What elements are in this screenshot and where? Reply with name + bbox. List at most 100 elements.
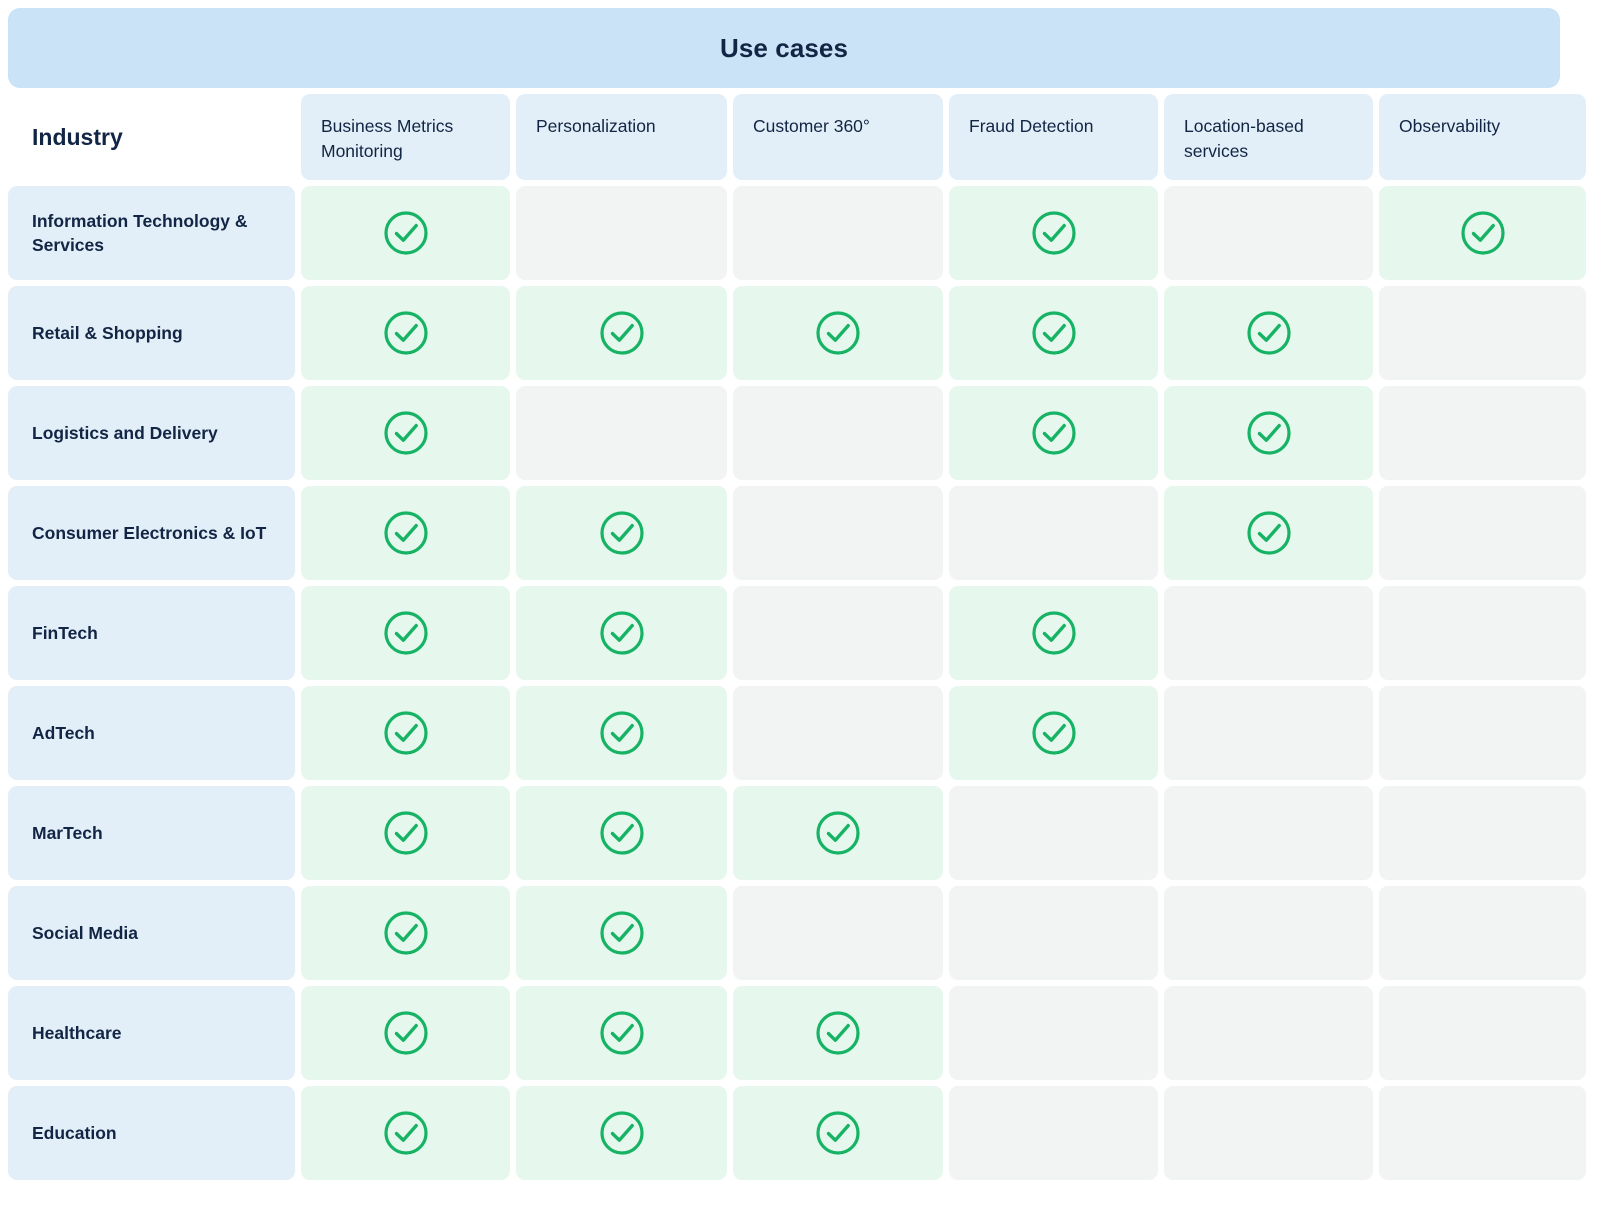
column-header-personalization[interactable]: Personalization bbox=[516, 94, 727, 180]
matrix-cell-empty bbox=[516, 386, 727, 480]
matrix-cell-supported bbox=[1164, 286, 1373, 380]
table-row: AdTech bbox=[8, 686, 1586, 780]
matrix-cell-supported bbox=[301, 286, 510, 380]
check-circle-icon bbox=[1030, 609, 1078, 657]
table-row: FinTech bbox=[8, 586, 1586, 680]
check-circle-icon bbox=[382, 409, 430, 457]
row-label-text: Consumer Electronics & IoT bbox=[32, 522, 267, 543]
column-header-label: Location-based services bbox=[1184, 116, 1304, 161]
matrix-cell-supported bbox=[949, 586, 1158, 680]
matrix-cell-supported bbox=[301, 486, 510, 580]
row-label-cell[interactable]: Education bbox=[8, 1086, 295, 1180]
matrix-cell-empty bbox=[1379, 1086, 1586, 1180]
row-label-cell[interactable]: Social Media bbox=[8, 886, 295, 980]
matrix-cell-supported bbox=[949, 186, 1158, 280]
matrix-cell-empty bbox=[1379, 986, 1586, 1080]
matrix-cell-supported bbox=[516, 886, 727, 980]
matrix-cell-supported bbox=[733, 1086, 943, 1180]
row-label-text: Information Technology & Services bbox=[32, 210, 248, 255]
matrix-cell-empty bbox=[1164, 986, 1373, 1080]
matrix-cell-empty bbox=[949, 486, 1158, 580]
row-label-text: Retail & Shopping bbox=[32, 322, 183, 343]
matrix-cell-empty bbox=[733, 886, 943, 980]
matrix-cell-supported bbox=[516, 786, 727, 880]
check-circle-icon bbox=[1030, 709, 1078, 757]
matrix-cell-empty bbox=[1379, 486, 1586, 580]
row-label-text: Logistics and Delivery bbox=[32, 422, 218, 443]
column-header-customer-360[interactable]: Customer 360° bbox=[733, 94, 943, 180]
matrix-cell-empty bbox=[1379, 786, 1586, 880]
matrix-cell-supported bbox=[301, 386, 510, 480]
column-header-business-metrics-monitoring[interactable]: Business Metrics Monitoring bbox=[301, 94, 510, 180]
check-circle-icon bbox=[814, 1009, 862, 1057]
banner-title: Use cases bbox=[719, 32, 849, 63]
table-row: Education bbox=[8, 1086, 1586, 1180]
table-row: Information Technology & Services bbox=[8, 186, 1586, 280]
matrix-cell-empty bbox=[733, 586, 943, 680]
table-row: Retail & Shopping bbox=[8, 286, 1586, 380]
check-circle-icon bbox=[814, 309, 862, 357]
matrix-cell-empty bbox=[1164, 1086, 1373, 1180]
matrix-cell-supported bbox=[949, 386, 1158, 480]
check-circle-icon bbox=[814, 809, 862, 857]
row-label-cell[interactable]: Logistics and Delivery bbox=[8, 386, 295, 480]
row-label-text: MarTech bbox=[32, 822, 103, 843]
check-circle-icon bbox=[382, 509, 430, 557]
matrix-cell-empty bbox=[733, 186, 943, 280]
check-circle-icon bbox=[382, 909, 430, 957]
check-circle-icon bbox=[382, 1009, 430, 1057]
check-circle-icon bbox=[814, 1109, 862, 1157]
matrix-cell-supported bbox=[949, 686, 1158, 780]
matrix-cell-supported bbox=[1164, 386, 1373, 480]
column-header-fraud-detection[interactable]: Fraud Detection bbox=[949, 94, 1158, 180]
column-header-label: Observability bbox=[1399, 116, 1501, 136]
row-label-cell[interactable]: Healthcare bbox=[8, 986, 295, 1080]
row-label-text: AdTech bbox=[32, 722, 95, 743]
table-header-row: Industry Business Metrics Monitoring Per… bbox=[8, 94, 1586, 180]
row-label-cell[interactable]: FinTech bbox=[8, 586, 295, 680]
row-label-text: Healthcare bbox=[32, 1022, 122, 1043]
table-row: Healthcare bbox=[8, 986, 1586, 1080]
column-header-label: Fraud Detection bbox=[969, 116, 1094, 136]
use-case-matrix: Use cases Industry Business Metrics Moni… bbox=[0, 0, 1600, 1230]
matrix-cell-supported bbox=[301, 186, 510, 280]
row-label-cell[interactable]: Retail & Shopping bbox=[8, 286, 295, 380]
matrix-cell-supported bbox=[301, 786, 510, 880]
column-header-location-based-services[interactable]: Location-based services bbox=[1164, 94, 1373, 180]
column-header-observability[interactable]: Observability bbox=[1379, 94, 1586, 180]
matrix-cell-empty bbox=[949, 1086, 1158, 1180]
check-circle-icon bbox=[382, 609, 430, 657]
check-circle-icon bbox=[1030, 409, 1078, 457]
check-circle-icon bbox=[382, 709, 430, 757]
matrix-cell-supported bbox=[301, 686, 510, 780]
check-circle-icon bbox=[598, 909, 646, 957]
matrix-cell-supported bbox=[516, 486, 727, 580]
matrix-cell-empty bbox=[1164, 186, 1373, 280]
check-circle-icon bbox=[598, 809, 646, 857]
matrix-cell-empty bbox=[1164, 586, 1373, 680]
matrix-cell-supported bbox=[516, 586, 727, 680]
matrix-cell-empty bbox=[1379, 586, 1586, 680]
check-circle-icon bbox=[598, 709, 646, 757]
matrix-cell-empty bbox=[1164, 786, 1373, 880]
table-row: MarTech bbox=[8, 786, 1586, 880]
matrix-cell-supported bbox=[301, 886, 510, 980]
matrix-cell-empty bbox=[733, 386, 943, 480]
check-circle-icon bbox=[1245, 309, 1293, 357]
row-label-cell[interactable]: Consumer Electronics & IoT bbox=[8, 486, 295, 580]
matrix-cell-empty bbox=[1379, 886, 1586, 980]
check-circle-icon bbox=[382, 809, 430, 857]
matrix-cell-supported bbox=[1379, 186, 1586, 280]
matrix-cell-empty bbox=[1164, 686, 1373, 780]
matrix-cell-supported bbox=[1164, 486, 1373, 580]
row-label-cell[interactable]: Information Technology & Services bbox=[8, 186, 295, 280]
row-label-cell[interactable]: MarTech bbox=[8, 786, 295, 880]
check-circle-icon bbox=[598, 609, 646, 657]
matrix-cell-empty bbox=[1379, 386, 1586, 480]
column-header-label: Customer 360° bbox=[753, 116, 870, 136]
check-circle-icon bbox=[1030, 209, 1078, 257]
row-label-cell[interactable]: AdTech bbox=[8, 686, 295, 780]
table-row: Social Media bbox=[8, 886, 1586, 980]
matrix-cell-empty bbox=[733, 686, 943, 780]
table-row: Logistics and Delivery bbox=[8, 386, 1586, 480]
